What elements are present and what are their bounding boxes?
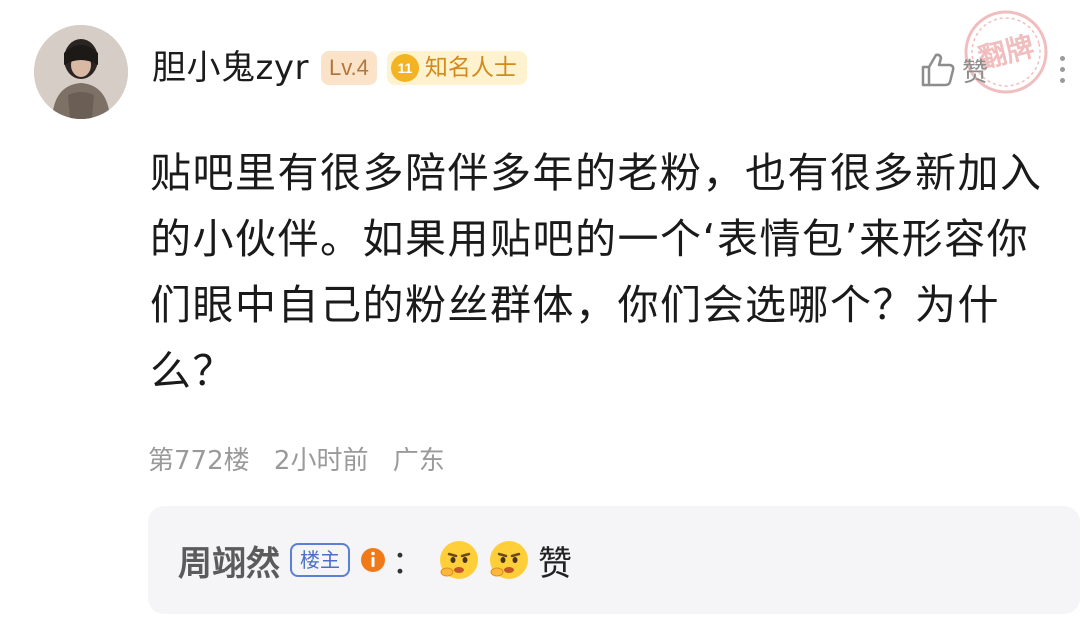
- thumbs-up-icon: [921, 53, 955, 87]
- floor-number: 第772楼: [148, 446, 250, 476]
- reply-row: 周翊然 楼主 ： 赞: [178, 536, 572, 584]
- fame-title: 知名人士: [424, 55, 517, 81]
- thinking-face-icon: [440, 541, 479, 579]
- reply-username[interactable]: 周翊然: [178, 536, 280, 585]
- reply-text: 赞: [538, 543, 573, 584]
- level-badge: Lv.4: [320, 51, 377, 85]
- avatar[interactable]: [34, 25, 128, 119]
- owner-badge: 楼主: [290, 543, 350, 577]
- like-button[interactable]: 赞: [918, 48, 988, 92]
- username[interactable]: 胆小鬼zyr: [152, 46, 309, 90]
- post-meta: 第772楼 2小时前 广东: [148, 440, 461, 477]
- post-content: 贴吧里有很多陪伴多年的老粉，也有很多新加入的小伙伴。如果用贴吧的一个‘表情包’来…: [150, 149, 1043, 395]
- post-header: 胆小鬼zyr Lv.4 11 知名人士: [152, 46, 527, 90]
- avatar-image: [34, 25, 128, 119]
- thinking-face-icon: [490, 541, 529, 579]
- fame-badge: 11 知名人士: [386, 51, 527, 85]
- post-time: 2小时前: [273, 446, 369, 476]
- more-options-icon[interactable]: [1050, 50, 1074, 94]
- like-label: 赞: [962, 57, 989, 88]
- fame-count: 11: [390, 54, 419, 82]
- reply-box[interactable]: 周翊然 楼主 ： 赞: [148, 506, 1080, 614]
- info-icon[interactable]: [360, 547, 386, 573]
- reply-colon: ：: [392, 543, 425, 581]
- post-location: 广东: [392, 446, 445, 476]
